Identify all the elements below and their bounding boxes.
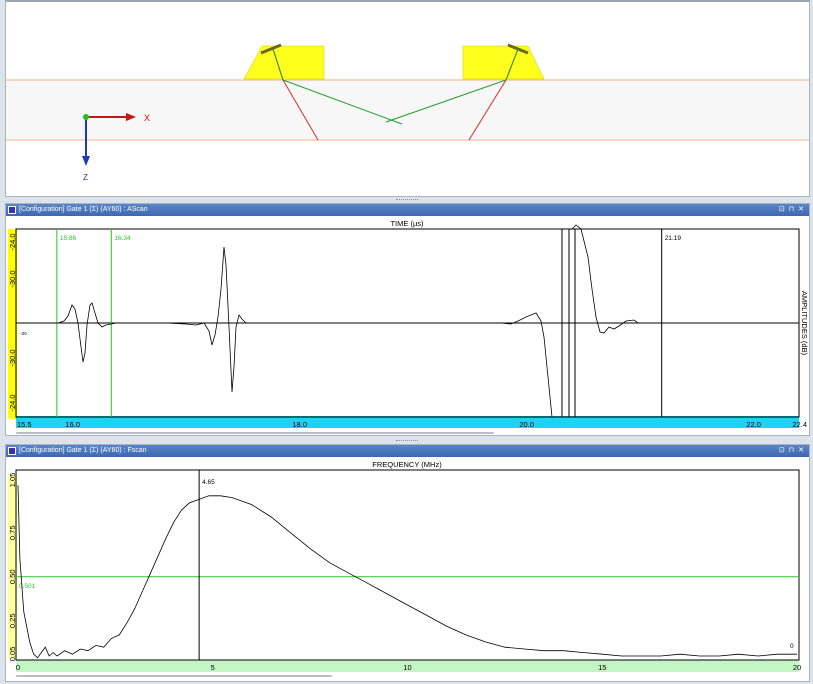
ascan-y-tick-label: -30.0 xyxy=(8,270,17,287)
ascan-y-tick-label: -24.0 xyxy=(8,394,17,411)
ascan-cursor-label: 16.34 xyxy=(114,235,131,242)
probe-view-canvas: X Z xyxy=(6,43,809,182)
ascan-zero-label: -.00 xyxy=(19,331,27,336)
left-wedge xyxy=(243,45,325,80)
fscan-titlebar[interactable]: [Configuration] Gate 1 (Σ) (AY60) : Fsca… xyxy=(6,445,809,457)
fscan-chart[interactable]: FREQUENCY (MHz) 1.05 0.75 0.50 0.25 0.05 0 5 1… xyxy=(6,458,809,682)
ascan-x-tick-label: 15.5 xyxy=(17,420,32,429)
ascan-y-title: AMPLITUDES (dB) xyxy=(800,291,809,356)
fscan-y-tick-label: 0.50 xyxy=(8,569,17,584)
ascan-cursor-label: 15.86 xyxy=(60,235,77,242)
fscan-plot-frame xyxy=(15,469,800,661)
fscan-x-tick-label: 0 xyxy=(16,663,20,672)
window-controls[interactable]: ⊡ ⊓ ✕ xyxy=(779,204,805,216)
fscan-end-label: 0 xyxy=(790,643,794,650)
fscan-x-title: FREQUENCY (MHz) xyxy=(372,460,442,469)
ascan-horizontal-scrollbar[interactable] xyxy=(16,432,494,434)
fscan-spectrum-curve xyxy=(17,485,797,659)
fscan-title: [Configuration] Gate 1 (Σ) (AY60) : Fsca… xyxy=(19,447,147,454)
ascan-cursor-label: 21.19 xyxy=(665,235,682,242)
fscan-x-tick-label: 5 xyxy=(211,663,215,672)
ascan-title: [Configuration] Gate 1 (Σ) (AY60) : ASca… xyxy=(19,206,148,213)
ascan-x-tick-label: 20.0 xyxy=(519,420,534,429)
fscan-y-tick-label: 0.25 xyxy=(8,613,17,628)
ascan-x-tick-label: 22.4 xyxy=(792,420,807,429)
fscan-x-tick-label: 20 xyxy=(793,663,801,672)
right-wedge xyxy=(462,45,545,80)
fscan-x-tick-label: 10 xyxy=(403,663,411,672)
ascan-x-tick-label: 18.0 xyxy=(292,420,307,429)
probe-view-pane[interactable]: X Z xyxy=(5,0,810,197)
time-axis-bar xyxy=(16,416,799,428)
ascan-chart[interactable]: TIME (µs) AMPLITUDES (dB) -.00 -24.0 -30.… xyxy=(6,217,809,436)
origin-marker xyxy=(83,114,89,120)
fscan-horizontal-scrollbar[interactable] xyxy=(16,675,332,677)
ascan-x-tick-label: 22.0 xyxy=(746,420,761,429)
ascan-x-tick-label: 16.0 xyxy=(65,420,80,429)
ascan-y-tick-label: -30.0 xyxy=(8,349,17,366)
ascan-titlebar[interactable]: [Configuration] Gate 1 (Σ) (AY60) : ASca… xyxy=(6,204,809,216)
ascan-x-title: TIME (µs) xyxy=(390,219,424,228)
window-icon xyxy=(8,206,16,214)
fscan-x-tick-label: 15 xyxy=(598,663,606,672)
ascan-pane[interactable]: [Configuration] Gate 1 (Σ) (AY60) : ASca… xyxy=(5,203,810,436)
window-controls[interactable]: ⊡ ⊓ ✕ xyxy=(779,445,805,457)
part-body xyxy=(6,79,809,140)
fscan-peak-label: 4.65 xyxy=(202,479,215,486)
x-axis-label: X xyxy=(144,113,150,123)
fscan-pane[interactable]: [Configuration] Gate 1 (Σ) (AY60) : Fsca… xyxy=(5,444,810,682)
ascan-waveform xyxy=(16,224,639,418)
fscan-y-tick-label: 0.75 xyxy=(8,525,17,540)
z-axis-label: Z xyxy=(83,173,88,182)
window-icon xyxy=(8,447,16,455)
fscan-y-tick-label: 1.05 xyxy=(8,473,17,488)
z-axis-arrow-head xyxy=(82,156,90,166)
ascan-y-tick-label: -24.0 xyxy=(8,233,17,250)
fscan-y-tick-label: 0.05 xyxy=(8,647,17,662)
